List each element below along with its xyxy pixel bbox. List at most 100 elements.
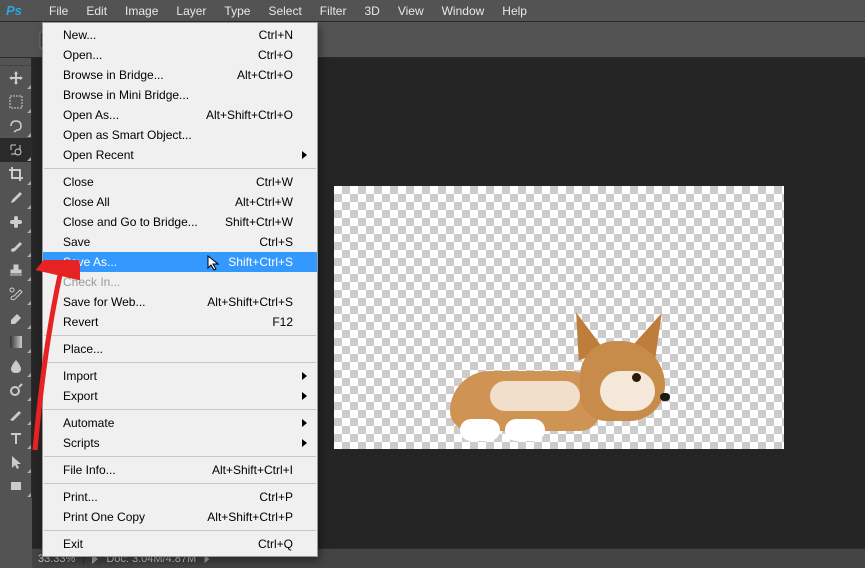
menu-edit[interactable]: Edit <box>77 1 116 21</box>
tool-blur[interactable] <box>0 354 32 378</box>
menu-item-print[interactable]: Print...Ctrl+P <box>43 487 317 507</box>
tool-brush[interactable] <box>0 234 32 258</box>
menu-item-save-for-web[interactable]: Save for Web...Alt+Shift+Ctrl+S <box>43 292 317 312</box>
menu-item-shortcut: Shift+Ctrl+S <box>228 255 293 269</box>
menu-item-shortcut: Ctrl+O <box>258 48 293 62</box>
menu-item-label: Browse in Bridge... <box>63 68 237 82</box>
menu-item-close-and-go-to-bridge[interactable]: Close and Go to Bridge...Shift+Ctrl+W <box>43 212 317 232</box>
menu-item-shortcut: F12 <box>272 315 293 329</box>
menu-item-shortcut: Alt+Ctrl+W <box>235 195 293 209</box>
menu-item-close[interactable]: CloseCtrl+W <box>43 172 317 192</box>
menu-item-label: Save <box>63 235 259 249</box>
tool-path-select[interactable] <box>0 450 32 474</box>
tool-dodge[interactable] <box>0 378 32 402</box>
menubar: Ps FileEditImageLayerTypeSelectFilter3DV… <box>0 0 865 22</box>
tool-type[interactable] <box>0 426 32 450</box>
menu-item-check-in: Check In... <box>43 272 317 292</box>
menu-layer[interactable]: Layer <box>167 1 215 21</box>
tool-lasso[interactable] <box>0 114 32 138</box>
menu-item-label: Revert <box>63 315 272 329</box>
tool-marquee[interactable] <box>0 90 32 114</box>
menu-item-shortcut: Ctrl+P <box>259 490 293 504</box>
menu-filter[interactable]: Filter <box>311 1 356 21</box>
menu-item-revert[interactable]: RevertF12 <box>43 312 317 332</box>
menu-item-automate[interactable]: Automate <box>43 413 317 433</box>
tool-move[interactable] <box>0 66 32 90</box>
menu-item-label: Scripts <box>63 436 293 450</box>
tool-eyedropper[interactable] <box>0 186 32 210</box>
menu-item-label: Open as Smart Object... <box>63 128 293 142</box>
menu-item-label: Close and Go to Bridge... <box>63 215 225 229</box>
tool-eraser[interactable] <box>0 306 32 330</box>
menu-window[interactable]: Window <box>433 1 494 21</box>
menu-item-label: Automate <box>63 416 293 430</box>
menu-item-new[interactable]: New...Ctrl+N <box>43 25 317 45</box>
menu-file[interactable]: File <box>40 1 77 21</box>
submenu-arrow-icon <box>302 392 307 400</box>
menu-item-save[interactable]: SaveCtrl+S <box>43 232 317 252</box>
menu-separator <box>44 456 316 457</box>
menu-item-label: New... <box>63 28 259 42</box>
tool-rectangle[interactable] <box>0 474 32 498</box>
menu-separator <box>44 335 316 336</box>
menu-item-label: Close All <box>63 195 235 209</box>
menu-item-open-as-smart-object[interactable]: Open as Smart Object... <box>43 125 317 145</box>
submenu-arrow-icon <box>302 419 307 427</box>
menu-separator <box>44 168 316 169</box>
document-canvas[interactable] <box>334 186 784 449</box>
menu-item-import[interactable]: Import <box>43 366 317 386</box>
menu-image[interactable]: Image <box>116 1 167 21</box>
app-logo: Ps <box>6 3 30 19</box>
menu-item-label: Open As... <box>63 108 206 122</box>
tool-healing[interactable] <box>0 210 32 234</box>
menu-3d[interactable]: 3D <box>355 1 388 21</box>
menu-item-label: Exit <box>63 537 258 551</box>
menu-item-label: Check In... <box>63 275 293 289</box>
menu-item-label: Save for Web... <box>63 295 207 309</box>
menu-item-open-as[interactable]: Open As...Alt+Shift+Ctrl+O <box>43 105 317 125</box>
menu-item-export[interactable]: Export <box>43 386 317 406</box>
menu-item-shortcut: Ctrl+Q <box>258 537 293 551</box>
menu-separator <box>44 483 316 484</box>
menu-help[interactable]: Help <box>493 1 536 21</box>
menu-item-shortcut: Alt+Shift+Ctrl+S <box>207 295 293 309</box>
menu-item-label: Import <box>63 369 293 383</box>
submenu-arrow-icon <box>302 372 307 380</box>
tool-gradient[interactable] <box>0 330 32 354</box>
menu-item-label: Open Recent <box>63 148 293 162</box>
menu-item-label: Print One Copy <box>63 510 207 524</box>
menu-item-shortcut: Alt+Shift+Ctrl+I <box>212 463 293 477</box>
menu-item-label: Open... <box>63 48 258 62</box>
menu-item-scripts[interactable]: Scripts <box>43 433 317 453</box>
tool-quick-select[interactable] <box>0 138 32 162</box>
menu-item-label: Close <box>63 175 256 189</box>
menu-item-close-all[interactable]: Close AllAlt+Ctrl+W <box>43 192 317 212</box>
menu-item-open[interactable]: Open...Ctrl+O <box>43 45 317 65</box>
menu-item-shortcut: Ctrl+W <box>256 175 293 189</box>
menu-select[interactable]: Select <box>259 1 310 21</box>
menu-item-browse-in-bridge[interactable]: Browse in Bridge...Alt+Ctrl+O <box>43 65 317 85</box>
menu-item-open-recent[interactable]: Open Recent <box>43 145 317 165</box>
menu-item-label: Print... <box>63 490 259 504</box>
menu-item-exit[interactable]: ExitCtrl+Q <box>43 534 317 554</box>
menu-separator <box>44 362 316 363</box>
menu-item-print-one-copy[interactable]: Print One CopyAlt+Shift+Ctrl+P <box>43 507 317 527</box>
menu-item-shortcut: Alt+Shift+Ctrl+O <box>206 108 293 122</box>
menu-separator <box>44 409 316 410</box>
menu-item-label: File Info... <box>63 463 212 477</box>
tool-history-brush[interactable] <box>0 282 32 306</box>
menu-item-save-as[interactable]: Save As...Shift+Ctrl+S <box>43 252 317 272</box>
menu-separator <box>44 530 316 531</box>
toolbox-grab-handle[interactable] <box>0 58 31 66</box>
tool-crop[interactable] <box>0 162 32 186</box>
menu-view[interactable]: View <box>389 1 433 21</box>
file-menu-dropdown: New...Ctrl+NOpen...Ctrl+OBrowse in Bridg… <box>42 22 318 557</box>
menu-item-label: Save As... <box>63 255 228 269</box>
menu-item-place[interactable]: Place... <box>43 339 317 359</box>
menu-item-browse-in-mini-bridge[interactable]: Browse in Mini Bridge... <box>43 85 317 105</box>
tool-stamp[interactable] <box>0 258 32 282</box>
menu-type[interactable]: Type <box>215 1 259 21</box>
menu-item-file-info[interactable]: File Info...Alt+Shift+Ctrl+I <box>43 460 317 480</box>
tool-pen[interactable] <box>0 402 32 426</box>
menu-item-shortcut: Alt+Ctrl+O <box>237 68 293 82</box>
